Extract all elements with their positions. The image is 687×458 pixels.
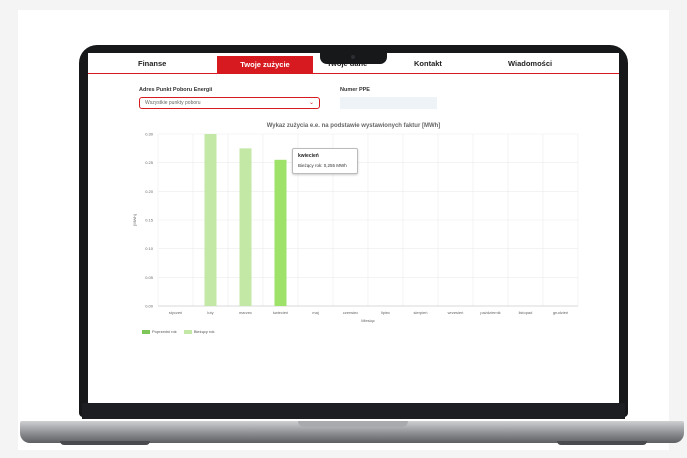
chart-tooltip: kwiecień Bieżący rok: 0,255 MWh (292, 148, 358, 174)
tab-twoje-zuzycie[interactable]: Twoje zużycie (217, 56, 313, 73)
chevron-down-icon: ⌄ (308, 100, 314, 106)
camera-icon (351, 55, 355, 59)
x-tick-label: sierpień (413, 310, 427, 315)
tab-wiadomosci[interactable]: Wiadomości (508, 59, 552, 68)
y-tick-label: 0.25 (145, 160, 154, 165)
bar-luty (204, 134, 217, 306)
bar-marzec (239, 148, 252, 306)
address-select[interactable]: Wszystkie punkty poboru ⌄ (139, 97, 320, 109)
bar-kwiecień (274, 159, 287, 306)
x-tick-label: czerwiec (343, 310, 359, 315)
laptop-screen: Finanse Twoje zużycie Twoje dane Kontakt… (88, 53, 619, 403)
y-tick-label: 0.05 (145, 275, 154, 280)
address-select-value: Wszystkie punkty poboru (145, 100, 201, 106)
x-tick-label: marzec (239, 310, 252, 315)
legend-label-previous: Poprzedni rok (152, 329, 177, 334)
camera-notch (320, 52, 387, 64)
y-tick-label: 0.10 (145, 246, 154, 251)
y-tick-label: 0.15 (145, 218, 154, 223)
legend-swatch-previous (142, 329, 150, 334)
tooltip-title: kwiecień (298, 153, 319, 159)
address-label: Adres Punkt Poboru Energii (139, 87, 213, 93)
tab-finanse[interactable]: Finanse (138, 59, 166, 68)
x-tick-label: wrzesień (448, 310, 464, 315)
y-tick-label: 0.30 (145, 132, 154, 137)
legend-label-current: Bieżący rok (193, 329, 215, 334)
x-tick-label: listopad (519, 310, 533, 315)
x-axis-label: Miesiąc (361, 318, 375, 323)
x-tick-label: lipiec (381, 310, 390, 315)
ppe-label: Numer PPE (340, 87, 370, 93)
legend-item-current-year[interactable]: Bieżący rok (183, 329, 215, 334)
laptop-foot-left (60, 441, 150, 445)
ppe-field[interactable] (340, 97, 437, 109)
tab-kontakt[interactable]: Kontakt (414, 59, 442, 68)
tooltip-text: Bieżący rok: 0,255 MWh (298, 163, 347, 168)
y-tick-label: 0.00 (145, 304, 154, 309)
x-tick-label: grudzień (553, 310, 568, 315)
consumption-bar-chart: 0.00 0.05 0.10 0.15 0.20 0.25 0.30 [MWh] styczeń… (132, 132, 579, 323)
x-tick-label: styczeń (169, 310, 183, 315)
x-tick-label: luty (207, 310, 213, 315)
laptop-foot-right (557, 441, 647, 445)
x-tick-label: kwiecień (273, 310, 288, 315)
y-tick-label: 0.20 (145, 189, 154, 194)
laptop-chin (82, 403, 625, 419)
legend-swatch-current (183, 329, 192, 334)
legend-item-previous-year[interactable]: Poprzedni rok (142, 329, 177, 334)
chart-legend: Poprzedni rok Bieżący rok (142, 329, 221, 334)
y-axis-label: [MWh] (132, 214, 137, 226)
x-tick-label: maj (312, 310, 319, 315)
laptop-base-notch (298, 421, 408, 427)
x-tick-label: październik (480, 310, 500, 315)
